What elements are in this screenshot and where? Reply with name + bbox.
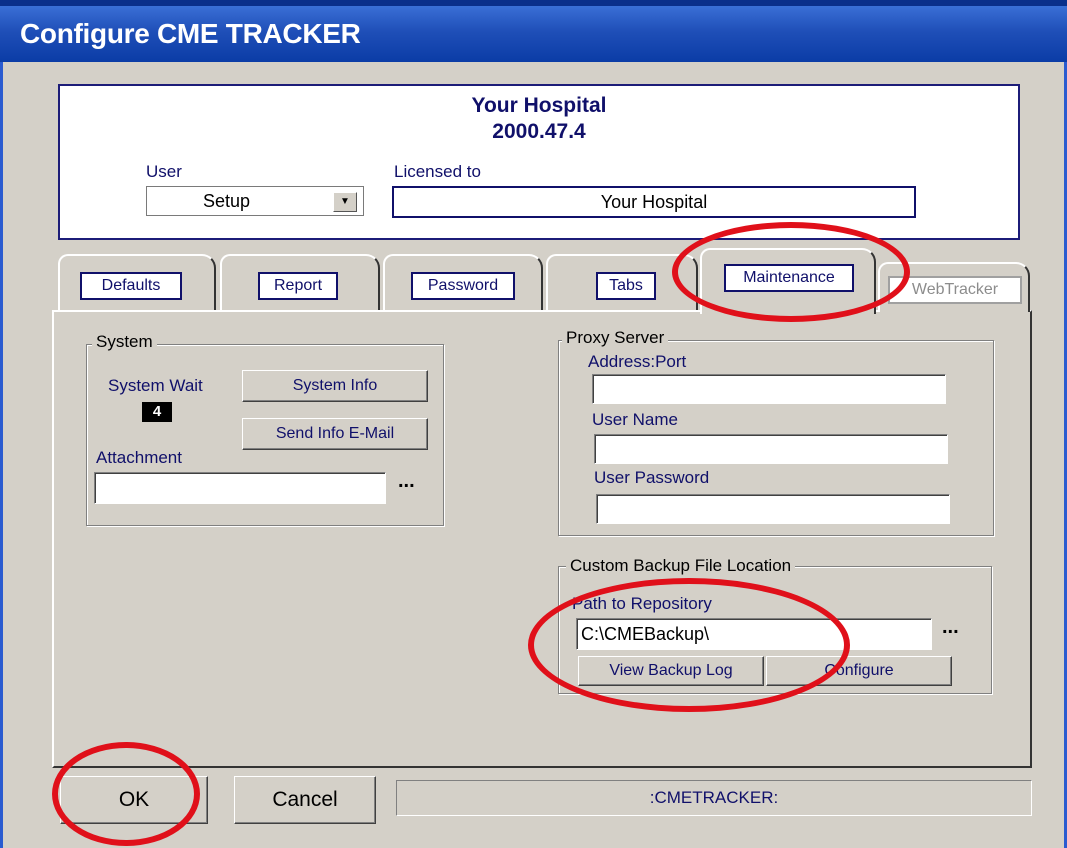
status-bar: :CMETRACKER:: [396, 780, 1032, 816]
system-group-title: System: [92, 332, 157, 352]
licensed-to-field: Your Hospital: [392, 186, 916, 218]
path-browse-button[interactable]: ...: [942, 616, 959, 639]
user-password-label: User Password: [594, 468, 710, 487]
view-backup-log-button[interactable]: View Backup Log: [578, 656, 764, 686]
attachment-browse-button[interactable]: ...: [398, 470, 415, 493]
tab-defaults[interactable]: Defaults: [58, 254, 216, 312]
version-label: 2000.47.4: [492, 120, 586, 143]
user-name-field[interactable]: [594, 434, 948, 464]
user-name-label: User Name: [592, 410, 678, 429]
address-port-label: Address:Port: [588, 352, 687, 371]
user-select[interactable]: Setup ▼: [146, 186, 364, 216]
attachment-field[interactable]: [94, 472, 386, 504]
ok-button[interactable]: OK: [60, 776, 208, 824]
send-info-email-button[interactable]: Send Info E-Mail: [242, 418, 428, 450]
user-select-value: Setup: [203, 191, 251, 211]
custom-backup-title: Custom Backup File Location: [566, 556, 796, 576]
path-to-repository-label: Path to Repository: [572, 594, 712, 613]
cancel-button[interactable]: Cancel: [234, 776, 376, 824]
chevron-down-icon[interactable]: ▼: [333, 192, 357, 212]
tab-webtracker[interactable]: WebTracker: [878, 262, 1030, 312]
tab-tabs-label: Tabs: [596, 272, 656, 300]
tab-tabs[interactable]: Tabs: [546, 254, 698, 312]
window-title: Configure CME TRACKER: [20, 18, 361, 49]
path-to-repository-field[interactable]: C:\CMEBackup\: [576, 618, 932, 650]
attachment-label: Attachment: [96, 448, 182, 467]
tab-password[interactable]: Password: [383, 254, 543, 312]
system-info-button[interactable]: System Info: [242, 370, 428, 402]
tab-maintenance-label: Maintenance: [724, 264, 854, 292]
tab-report-label: Report: [258, 272, 338, 300]
tab-maintenance[interactable]: Maintenance: [700, 248, 876, 314]
hospital-name: Your Hospital: [471, 94, 607, 117]
proxy-server-title: Proxy Server: [562, 328, 669, 348]
licensed-to-label: Licensed to: [394, 162, 481, 181]
user-password-field[interactable]: [596, 494, 950, 524]
tab-defaults-label: Defaults: [80, 272, 182, 300]
configure-button[interactable]: Configure: [766, 656, 952, 686]
system-wait-label: System Wait: [108, 376, 203, 395]
tab-report[interactable]: Report: [220, 254, 380, 312]
header-box: Your Hospital 2000.47.4 User Licensed to…: [58, 84, 1020, 240]
address-port-field[interactable]: [592, 374, 946, 404]
tab-webtracker-label: WebTracker: [888, 276, 1022, 304]
tab-password-label: Password: [411, 272, 515, 300]
user-label: User: [146, 162, 182, 181]
system-wait-value[interactable]: 4: [142, 402, 172, 422]
